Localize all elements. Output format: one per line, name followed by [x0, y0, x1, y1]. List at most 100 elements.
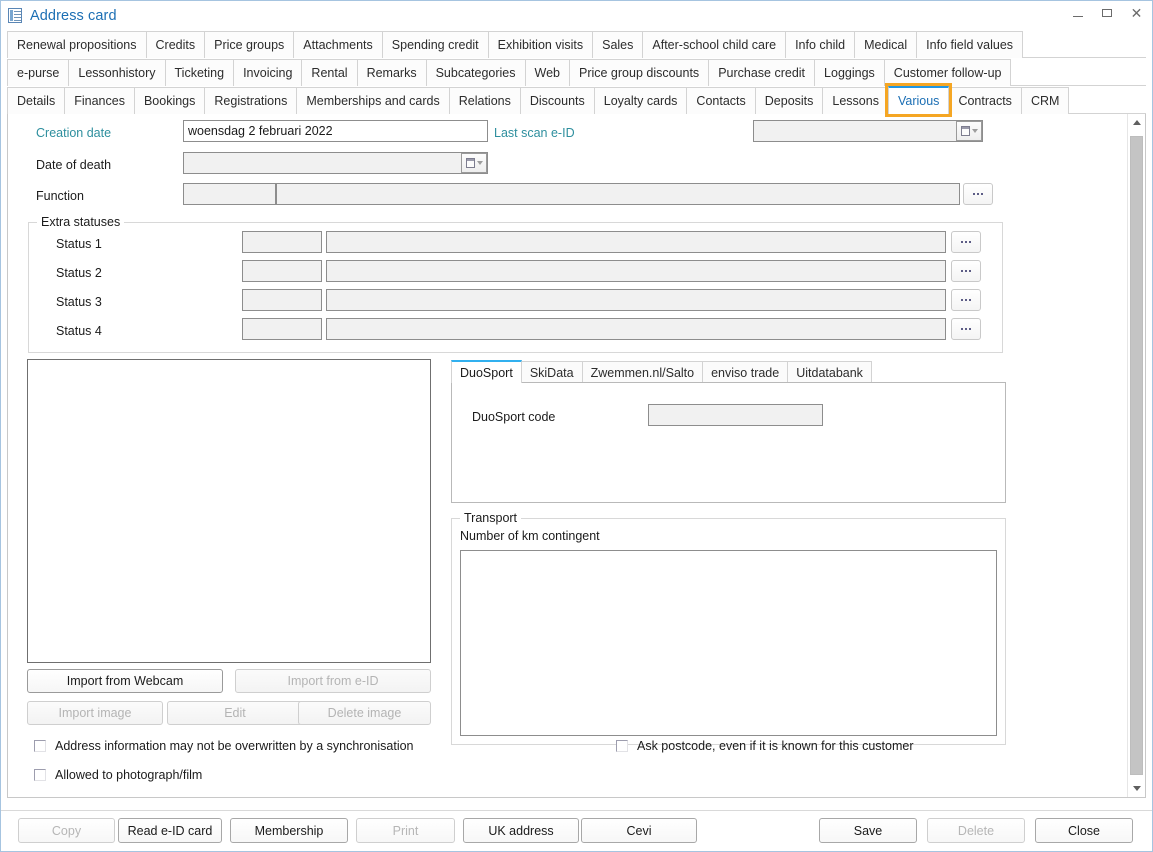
- inner-tab-enviso-trade[interactable]: enviso trade: [702, 361, 788, 383]
- tab-lessonhistory[interactable]: Lessonhistory: [68, 59, 165, 86]
- address-card-window: Address card ✕ Renewal propositions Cred…: [0, 0, 1153, 852]
- tab-lessons[interactable]: Lessons: [822, 87, 889, 114]
- checkbox-ask-postcode[interactable]: Ask postcode, even if it is known for th…: [616, 739, 914, 753]
- tab-spending-credit[interactable]: Spending credit: [382, 31, 489, 58]
- ellipsis-icon: [961, 299, 971, 301]
- vertical-scrollbar[interactable]: [1127, 114, 1145, 797]
- tab-loyalty-cards[interactable]: Loyalty cards: [594, 87, 688, 114]
- tab-details[interactable]: Details: [7, 87, 65, 114]
- import-image-button[interactable]: Import image: [27, 701, 163, 725]
- delete-image-button[interactable]: Delete image: [298, 701, 431, 725]
- status-2-value-input[interactable]: [326, 260, 946, 282]
- close-icon[interactable]: ✕: [1129, 6, 1144, 21]
- tab-price-group-discounts[interactable]: Price group discounts: [569, 59, 709, 86]
- tab-deposits[interactable]: Deposits: [755, 87, 824, 114]
- photo-preview[interactable]: [27, 359, 431, 663]
- checkbox-icon[interactable]: [34, 740, 46, 752]
- window-controls: ✕: [1071, 6, 1144, 21]
- tab-info-field-values[interactable]: Info field values: [916, 31, 1023, 58]
- footer-toolbar: Copy Read e-ID card Membership Print UK …: [1, 810, 1152, 851]
- uk-address-button[interactable]: UK address: [463, 818, 579, 843]
- inner-tab-uitdatabank[interactable]: Uitdatabank: [787, 361, 872, 383]
- tab-finances[interactable]: Finances: [64, 87, 135, 114]
- tab-subcategories[interactable]: Subcategories: [426, 59, 526, 86]
- inner-tab-duosport[interactable]: DuoSport: [451, 360, 522, 383]
- tab-e-purse[interactable]: e-purse: [7, 59, 69, 86]
- status-1-value-input[interactable]: [326, 231, 946, 253]
- tab-bookings[interactable]: Bookings: [134, 87, 205, 114]
- tab-various[interactable]: Various: [888, 86, 949, 114]
- tab-remarks[interactable]: Remarks: [357, 59, 427, 86]
- import-from-webcam-button[interactable]: Import from Webcam: [27, 669, 223, 693]
- inner-tab-skidata[interactable]: SkiData: [521, 361, 583, 383]
- tab-registrations[interactable]: Registrations: [204, 87, 297, 114]
- inner-tab-zwemmen-salto[interactable]: Zwemmen.nl/Salto: [582, 361, 704, 383]
- close-button[interactable]: Close: [1035, 818, 1133, 843]
- minimize-icon[interactable]: [1071, 6, 1086, 21]
- tab-info-child[interactable]: Info child: [785, 31, 855, 58]
- tab-credits[interactable]: Credits: [146, 31, 206, 58]
- tab-contracts[interactable]: Contracts: [948, 87, 1022, 114]
- copy-button[interactable]: Copy: [18, 818, 115, 843]
- checkbox-allowed-photograph-film[interactable]: Allowed to photograph/film: [34, 768, 202, 782]
- tab-memberships-and-cards[interactable]: Memberships and cards: [296, 87, 449, 114]
- status-2-code-input[interactable]: [242, 260, 322, 282]
- print-button[interactable]: Print: [356, 818, 455, 843]
- tab-renewal-propositions[interactable]: Renewal propositions: [7, 31, 147, 58]
- function-code-input[interactable]: [183, 183, 276, 205]
- tab-customer-follow-up[interactable]: Customer follow-up: [884, 59, 1012, 86]
- tab-crm[interactable]: CRM: [1021, 87, 1069, 114]
- status-3-code-input[interactable]: [242, 289, 322, 311]
- tab-ticketing[interactable]: Ticketing: [165, 59, 235, 86]
- duosport-code-input[interactable]: [648, 404, 823, 426]
- status-4-value-input[interactable]: [326, 318, 946, 340]
- function-browse-button[interactable]: [963, 183, 993, 205]
- last-scan-eid-datepicker[interactable]: [753, 120, 983, 142]
- status-2-browse-button[interactable]: [951, 260, 981, 282]
- edit-image-button[interactable]: Edit: [167, 701, 303, 725]
- tab-contacts[interactable]: Contacts: [686, 87, 755, 114]
- tab-discounts[interactable]: Discounts: [520, 87, 595, 114]
- read-eid-card-button[interactable]: Read e-ID card: [118, 818, 222, 843]
- tab-attachments[interactable]: Attachments: [293, 31, 382, 58]
- status-1-code-input[interactable]: [242, 231, 322, 253]
- membership-button[interactable]: Membership: [230, 818, 348, 843]
- tab-purchase-credit[interactable]: Purchase credit: [708, 59, 815, 86]
- scroll-up-arrow-icon[interactable]: [1128, 114, 1145, 131]
- tab-web[interactable]: Web: [525, 59, 570, 86]
- tab-after-school-child-care[interactable]: After-school child care: [642, 31, 786, 58]
- chevron-down-icon: [972, 129, 978, 133]
- status-4-browse-button[interactable]: [951, 318, 981, 340]
- various-tab-panel: Creation date Last scan e-ID Date of dea…: [7, 114, 1146, 798]
- creation-date-input[interactable]: [183, 120, 488, 142]
- save-button[interactable]: Save: [819, 818, 917, 843]
- tab-price-groups[interactable]: Price groups: [204, 31, 294, 58]
- status-3-value-input[interactable]: [326, 289, 946, 311]
- tab-invoicing[interactable]: Invoicing: [233, 59, 302, 86]
- tab-sales[interactable]: Sales: [592, 31, 643, 58]
- status-3-browse-button[interactable]: [951, 289, 981, 311]
- scroll-down-arrow-icon[interactable]: [1128, 780, 1145, 797]
- checkbox-address-no-overwrite[interactable]: Address information may not be overwritt…: [34, 739, 414, 753]
- status-1-label: Status 1: [56, 237, 102, 251]
- import-from-eid-button[interactable]: Import from e-ID: [235, 669, 431, 693]
- tab-exhibition-visits[interactable]: Exhibition visits: [488, 31, 593, 58]
- tab-relations[interactable]: Relations: [449, 87, 521, 114]
- tab-medical[interactable]: Medical: [854, 31, 917, 58]
- scrollbar-thumb[interactable]: [1130, 136, 1143, 775]
- calendar-dropdown-icon[interactable]: [461, 153, 487, 173]
- tab-loggings[interactable]: Loggings: [814, 59, 885, 86]
- delete-button[interactable]: Delete: [927, 818, 1025, 843]
- status-3-label: Status 3: [56, 295, 102, 309]
- checkbox-icon[interactable]: [616, 740, 628, 752]
- calendar-dropdown-icon[interactable]: [956, 121, 982, 141]
- status-4-code-input[interactable]: [242, 318, 322, 340]
- status-1-browse-button[interactable]: [951, 231, 981, 253]
- checkbox-icon[interactable]: [34, 769, 46, 781]
- km-contingent-grid[interactable]: [460, 550, 997, 736]
- cevi-button[interactable]: Cevi: [581, 818, 697, 843]
- tab-rental[interactable]: Rental: [301, 59, 357, 86]
- function-value-input[interactable]: [276, 183, 960, 205]
- date-of-death-datepicker[interactable]: [183, 152, 488, 174]
- maximize-icon[interactable]: [1100, 6, 1115, 21]
